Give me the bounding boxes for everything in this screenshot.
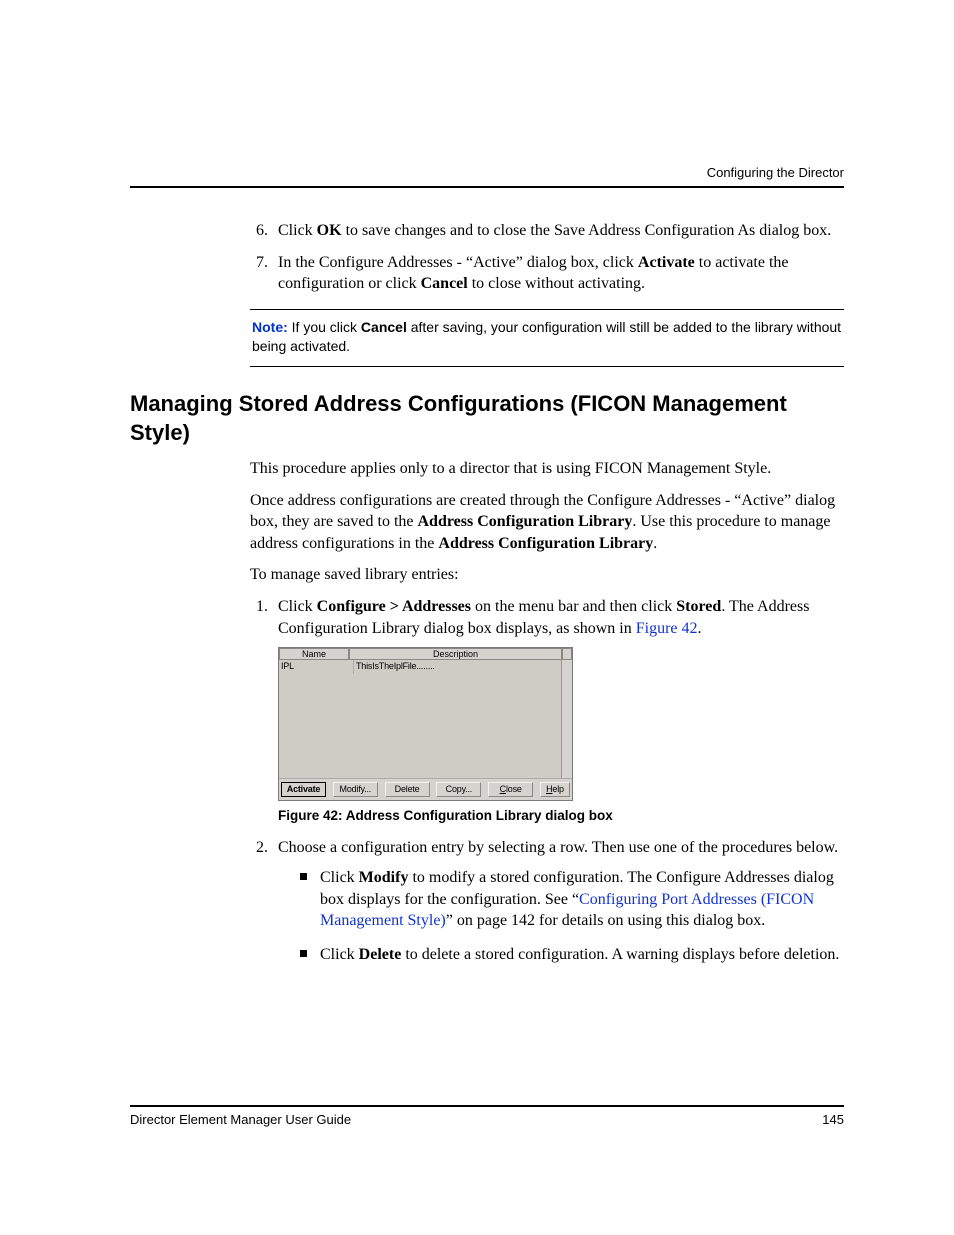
- footer-guide-title: Director Element Manager User Guide: [130, 1112, 351, 1127]
- row-name: IPL: [279, 660, 354, 674]
- dialog-header-row: Name Description: [279, 648, 572, 660]
- b2-pre: Click: [320, 946, 359, 963]
- help-button[interactable]: Help: [540, 782, 570, 797]
- step-6-post: to save changes and to close the Save Ad…: [342, 222, 832, 239]
- procedure-step-2: Choose a configuration entry by selectin…: [272, 837, 844, 965]
- help-btn-rest: elp: [552, 784, 563, 794]
- table-row[interactable]: IPL ThisIsTheIplFile........: [279, 660, 561, 674]
- delete-button[interactable]: Delete: [385, 782, 430, 797]
- figure-caption: Figure 42: Address Configuration Library…: [278, 807, 844, 825]
- footer: Director Element Manager User Guide 145: [130, 1112, 844, 1127]
- p2-post: .: [653, 535, 657, 552]
- footer-page-number: 145: [822, 1112, 844, 1127]
- close-button[interactable]: Close: [488, 782, 533, 797]
- vertical-scrollbar[interactable]: [561, 660, 572, 778]
- procedure-step-1: Click Configure > Addresses on the menu …: [272, 596, 844, 825]
- note-pre: If you click: [288, 319, 361, 335]
- b1-post: ” on page 142 for details on using this …: [446, 912, 766, 929]
- figure-42-link[interactable]: Figure 42: [636, 620, 698, 637]
- close-btn-rest: lose: [506, 784, 522, 794]
- note-label: Note:: [252, 319, 288, 335]
- s2-text: Choose a configuration entry by selectin…: [278, 839, 838, 856]
- step-6: Click OK to save changes and to close th…: [272, 220, 844, 242]
- row-description: ThisIsTheIplFile........: [354, 660, 561, 674]
- step-7: In the Configure Addresses - “Active” di…: [272, 252, 844, 295]
- dialog-body: IPL ThisIsTheIplFile........: [279, 660, 572, 778]
- copy-button[interactable]: Copy...: [436, 782, 481, 797]
- section-heading: Managing Stored Address Configurations (…: [130, 389, 844, 448]
- step-7-post: to close without activating.: [468, 275, 645, 292]
- note-box: Note: If you click Cancel after saving, …: [250, 309, 844, 367]
- dialog-button-bar: Activate Modify... Delete Copy... Close …: [279, 778, 572, 800]
- b2-bold: Delete: [359, 946, 402, 963]
- procedure-list: Click Configure > Addresses on the menu …: [250, 596, 844, 965]
- section-p1: This procedure applies only to a directo…: [250, 458, 844, 480]
- step-6-pre: Click: [278, 222, 317, 239]
- s1-end: .: [698, 620, 702, 637]
- footer-rule: [130, 1105, 844, 1107]
- bullet-delete: Click Delete to delete a stored configur…: [300, 944, 844, 966]
- note-bold: Cancel: [361, 319, 407, 335]
- continued-steps: Click OK to save changes and to close th…: [250, 220, 844, 295]
- header-rule: [130, 186, 844, 188]
- modify-button[interactable]: Modify...: [333, 782, 378, 797]
- activate-button[interactable]: Activate: [281, 782, 326, 797]
- s1-b1: Configure > Addresses: [317, 598, 471, 615]
- scrollbar-corner: [562, 648, 572, 660]
- p2-b2: Address Configuration Library: [438, 535, 653, 552]
- dialog-data-area[interactable]: IPL ThisIsTheIplFile........: [279, 660, 561, 778]
- column-header-name[interactable]: Name: [279, 648, 349, 660]
- step-7-pre: In the Configure Addresses - “Active” di…: [278, 254, 638, 271]
- step-6-bold: OK: [317, 222, 342, 239]
- p2-b1: Address Configuration Library: [418, 513, 633, 530]
- bullet-modify: Click Modify to modify a stored configur…: [300, 867, 844, 932]
- b2-post: to delete a stored configuration. A warn…: [401, 946, 839, 963]
- running-head: Configuring the Director: [707, 165, 844, 180]
- b1-bold: Modify: [359, 869, 409, 886]
- address-config-library-dialog: Name Description IPL ThisIsTheIplFile...…: [278, 647, 573, 801]
- step-7-bold2: Cancel: [421, 275, 468, 292]
- section-p2: Once address configurations are created …: [250, 490, 844, 555]
- s1-pre: Click: [278, 598, 317, 615]
- s1-b2: Stored: [676, 598, 721, 615]
- sub-bullets: Click Modify to modify a stored configur…: [278, 867, 844, 965]
- section-p3: To manage saved library entries:: [250, 564, 844, 586]
- column-header-description[interactable]: Description: [349, 648, 562, 660]
- step-7-bold1: Activate: [638, 254, 695, 271]
- b1-pre: Click: [320, 869, 359, 886]
- s1-mid: on the menu bar and then click: [471, 598, 676, 615]
